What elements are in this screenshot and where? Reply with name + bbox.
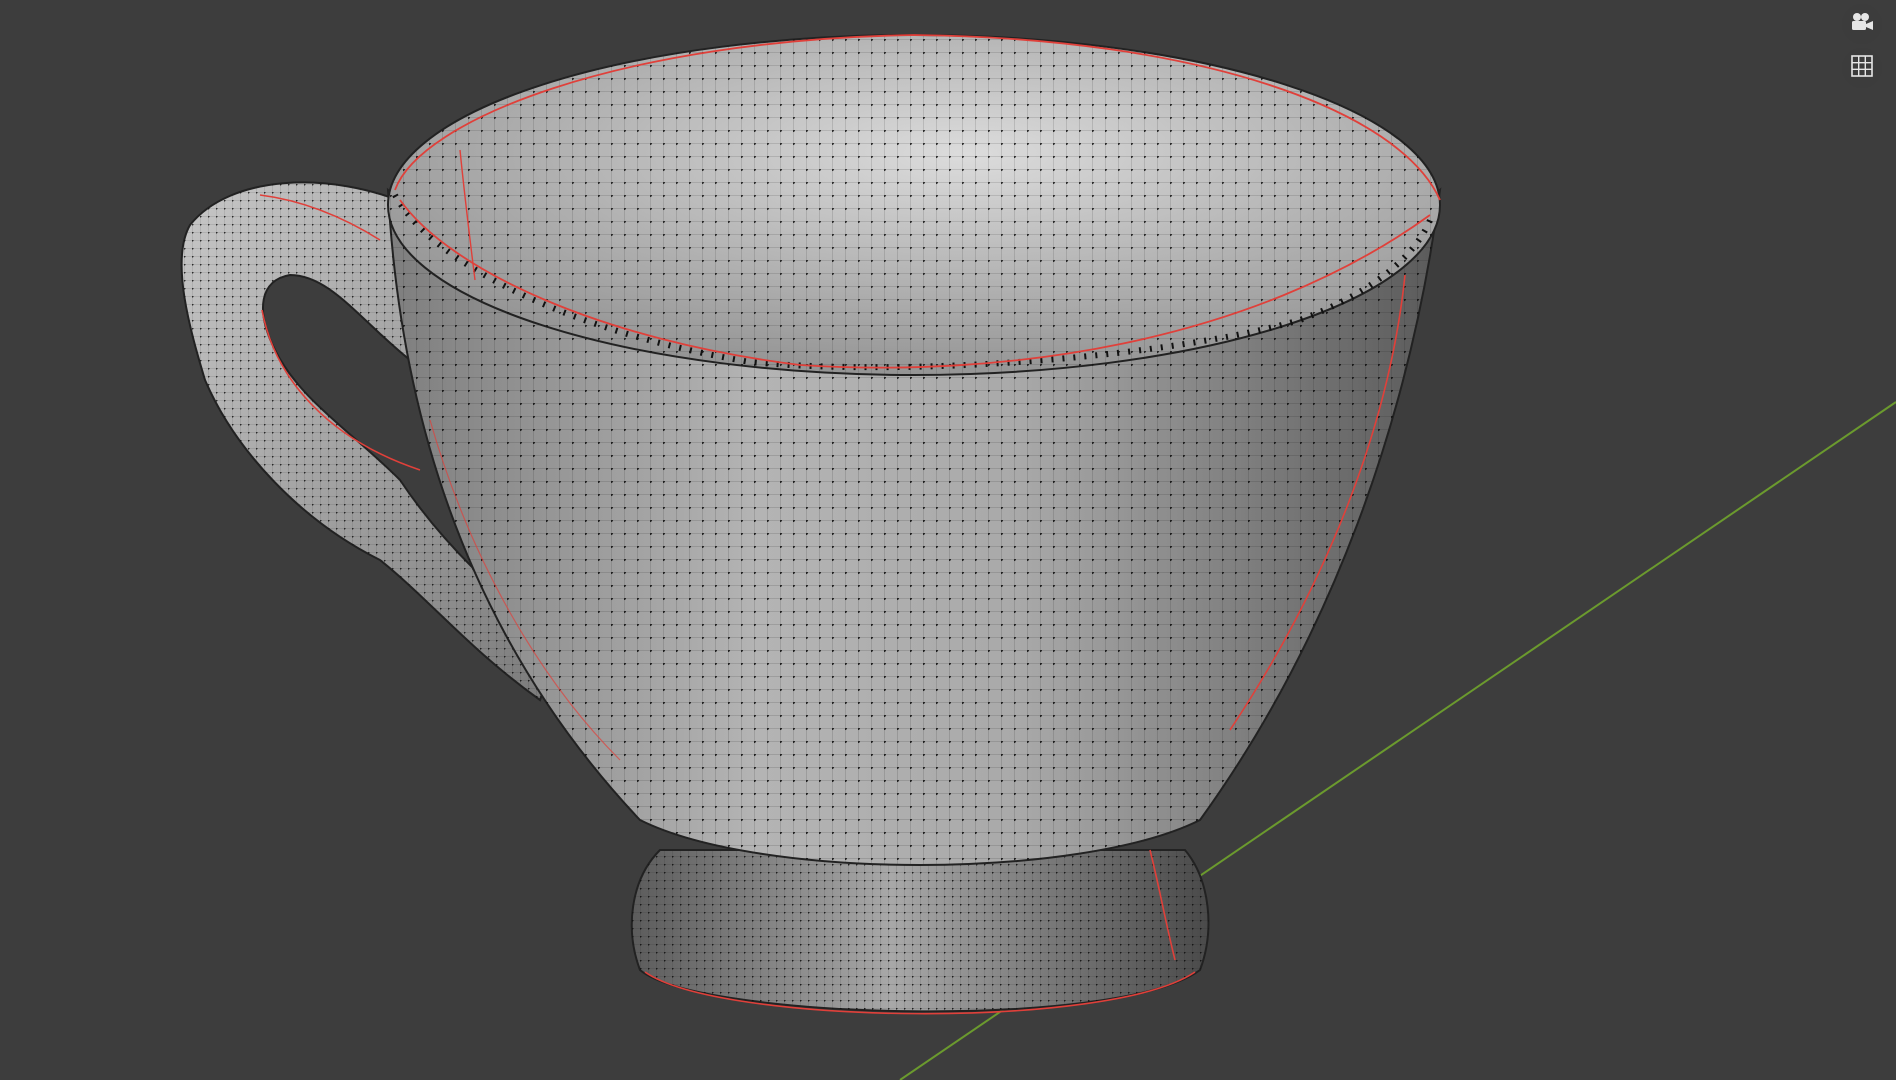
teacup-foot [630, 849, 1210, 1015]
teacup-interior [387, 34, 1441, 376]
viewport-scene [180, 34, 1896, 1080]
ortho-toggle-button[interactable] [1842, 48, 1882, 88]
camera-icon [1849, 11, 1875, 37]
3d-viewport[interactable] [0, 0, 1896, 1080]
camera-view-button[interactable] [1842, 4, 1882, 44]
grid-icon [1850, 54, 1874, 82]
